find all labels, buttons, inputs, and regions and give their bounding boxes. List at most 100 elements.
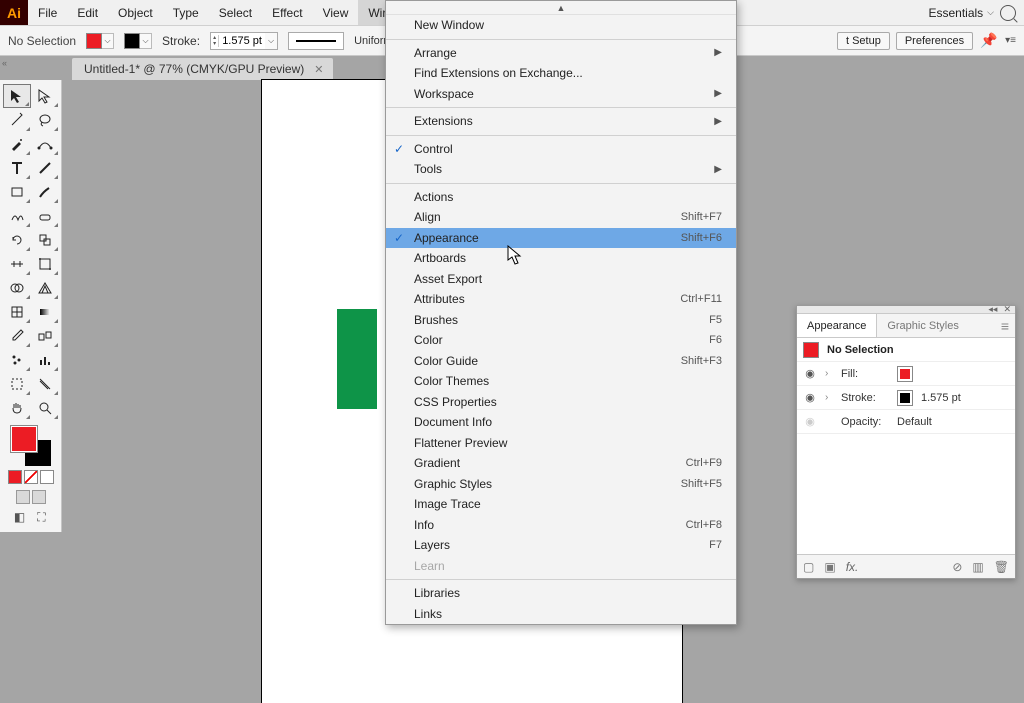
scale-tool[interactable] [31,228,59,252]
preferences-button[interactable]: Preferences [896,32,973,50]
fill-color-icon[interactable] [11,426,37,452]
gradient-mode-icon[interactable] [24,470,38,484]
fill-swatch-icon[interactable] [897,366,913,382]
slice-tool[interactable] [31,372,59,396]
green-rectangle-shape[interactable] [337,309,377,409]
duplicate-item-icon[interactable]: ▥ [972,560,983,574]
menu-item-attributes[interactable]: AttributesCtrl+F11 [386,289,736,310]
menu-item-actions[interactable]: Actions [386,187,736,208]
direct-selection-tool[interactable] [31,84,59,108]
tab-appearance[interactable]: Appearance [797,314,877,337]
menu-item-info[interactable]: InfoCtrl+F8 [386,515,736,536]
color-mode-icon[interactable] [8,470,22,484]
symbol-sprayer-tool[interactable] [3,348,31,372]
visibility-icon[interactable]: ◉ [803,391,817,404]
menu-item-appearance[interactable]: ✓AppearanceShift+F6 [386,228,736,249]
panel-menu-icon[interactable]: ≡ [995,318,1015,334]
add-effect-button[interactable]: fx. [846,560,859,574]
gradient-tool[interactable] [31,300,59,324]
menu-item-brushes[interactable]: BrushesF5 [386,310,736,331]
rectangle-tool[interactable] [3,180,31,204]
control-menu-icon[interactable]: ▾≡ [1005,35,1016,46]
perspective-grid-tool[interactable] [31,276,59,300]
magic-wand-tool[interactable] [3,108,31,132]
menu-effect[interactable]: Effect [262,0,312,25]
menu-item-css-properties[interactable]: CSS Properties [386,392,736,413]
line-tool[interactable] [31,156,59,180]
menu-item-extensions[interactable]: Extensions▶ [386,111,736,132]
curvature-tool[interactable] [31,132,59,156]
new-fill-icon[interactable]: ▣ [824,560,835,574]
appearance-fill-row[interactable]: ◉ › Fill: [797,362,1015,386]
menu-item-control[interactable]: ✓Control [386,139,736,160]
stroke-profile-preview[interactable] [288,32,344,50]
menu-item-document-info[interactable]: Document Info [386,412,736,433]
menu-item-align[interactable]: AlignShift+F7 [386,207,736,228]
document-tab[interactable]: Untitled-1* @ 77% (CMYK/GPU Preview) ✕ [72,58,333,80]
tab-graphic-styles[interactable]: Graphic Styles [877,314,969,337]
menu-edit[interactable]: Edit [67,0,108,25]
pen-tool[interactable] [3,132,31,156]
appearance-stroke-row[interactable]: ◉ › Stroke: 1.575 pt [797,386,1015,410]
panel-collapse-icon[interactable]: ◂◂ [988,304,997,315]
menu-item-color[interactable]: ColorF6 [386,330,736,351]
lasso-tool[interactable] [31,108,59,132]
menu-type[interactable]: Type [163,0,209,25]
menu-item-image-trace[interactable]: Image Trace [386,494,736,515]
rotate-tool[interactable] [3,228,31,252]
delete-item-icon[interactable]: 🗑 [994,560,1009,574]
column-graph-tool[interactable] [31,348,59,372]
menu-item-libraries[interactable]: Libraries [386,583,736,604]
fill-swatch[interactable]: ⌵ [86,33,114,49]
menu-object[interactable]: Object [108,0,163,25]
stroke-swatch[interactable]: ⌵ [124,33,152,49]
blend-tool[interactable] [31,324,59,348]
menu-view[interactable]: View [313,0,359,25]
draw-mode-icon[interactable]: ⛶ [33,510,51,524]
chevron-right-icon[interactable]: › [825,368,833,379]
artboard-tool[interactable] [3,372,31,396]
draw-mode-icon[interactable]: ◧ [11,510,29,524]
workspace-switcher[interactable]: Essentials⌵ [928,6,994,20]
menu-item-gradient[interactable]: GradientCtrl+F9 [386,453,736,474]
document-setup-button[interactable]: t Setup [837,32,890,50]
menu-item-new-window[interactable]: New Window [386,15,736,36]
hand-tool[interactable] [3,396,31,420]
eraser-tool[interactable] [31,204,59,228]
chevron-right-icon[interactable]: › [825,392,833,403]
visibility-icon[interactable]: ◉ [803,367,817,380]
panel-close-icon[interactable]: ✕ [1003,304,1011,315]
stroke-weight-input[interactable] [219,33,265,49]
close-icon[interactable]: ✕ [314,63,323,76]
menu-item-color-guide[interactable]: Color GuideShift+F3 [386,351,736,372]
appearance-opacity-row[interactable]: ◉ Opacity: Default [797,410,1015,434]
screen-mode-icon[interactable] [32,490,46,504]
zoom-tool[interactable] [31,396,59,420]
pin-icon[interactable]: 📌 [979,31,999,51]
shaper-tool[interactable] [3,204,31,228]
fill-stroke-indicator[interactable] [11,426,51,466]
menu-item-workspace[interactable]: Workspace▶ [386,84,736,105]
visibility-icon[interactable]: ◉ [803,415,817,428]
menu-item-asset-export[interactable]: Asset Export [386,269,736,290]
selection-tool[interactable] [3,84,31,108]
menu-item-arrange[interactable]: Arrange▶ [386,43,736,64]
menu-item-links[interactable]: Links [386,604,736,625]
none-mode-icon[interactable] [40,470,54,484]
new-stroke-icon[interactable]: ▢ [803,560,814,574]
menu-item-color-themes[interactable]: Color Themes [386,371,736,392]
menu-item-graphic-styles[interactable]: Graphic StylesShift+F5 [386,474,736,495]
menu-item-tools[interactable]: Tools▶ [386,159,736,180]
stroke-swatch-icon[interactable] [897,390,913,406]
paintbrush-tool[interactable] [31,180,59,204]
search-icon[interactable] [1000,5,1016,21]
menu-scroll-up-icon[interactable]: ▲ [386,1,736,15]
free-transform-tool[interactable] [31,252,59,276]
menu-item-flattener-preview[interactable]: Flattener Preview [386,433,736,454]
type-tool[interactable] [3,156,31,180]
menu-item-layers[interactable]: LayersF7 [386,535,736,556]
menu-select[interactable]: Select [209,0,262,25]
shape-builder-tool[interactable] [3,276,31,300]
dock-collapse-icon[interactable]: « [2,58,7,68]
stroke-weight-field[interactable]: ▴▾ ⌵ [210,32,278,50]
